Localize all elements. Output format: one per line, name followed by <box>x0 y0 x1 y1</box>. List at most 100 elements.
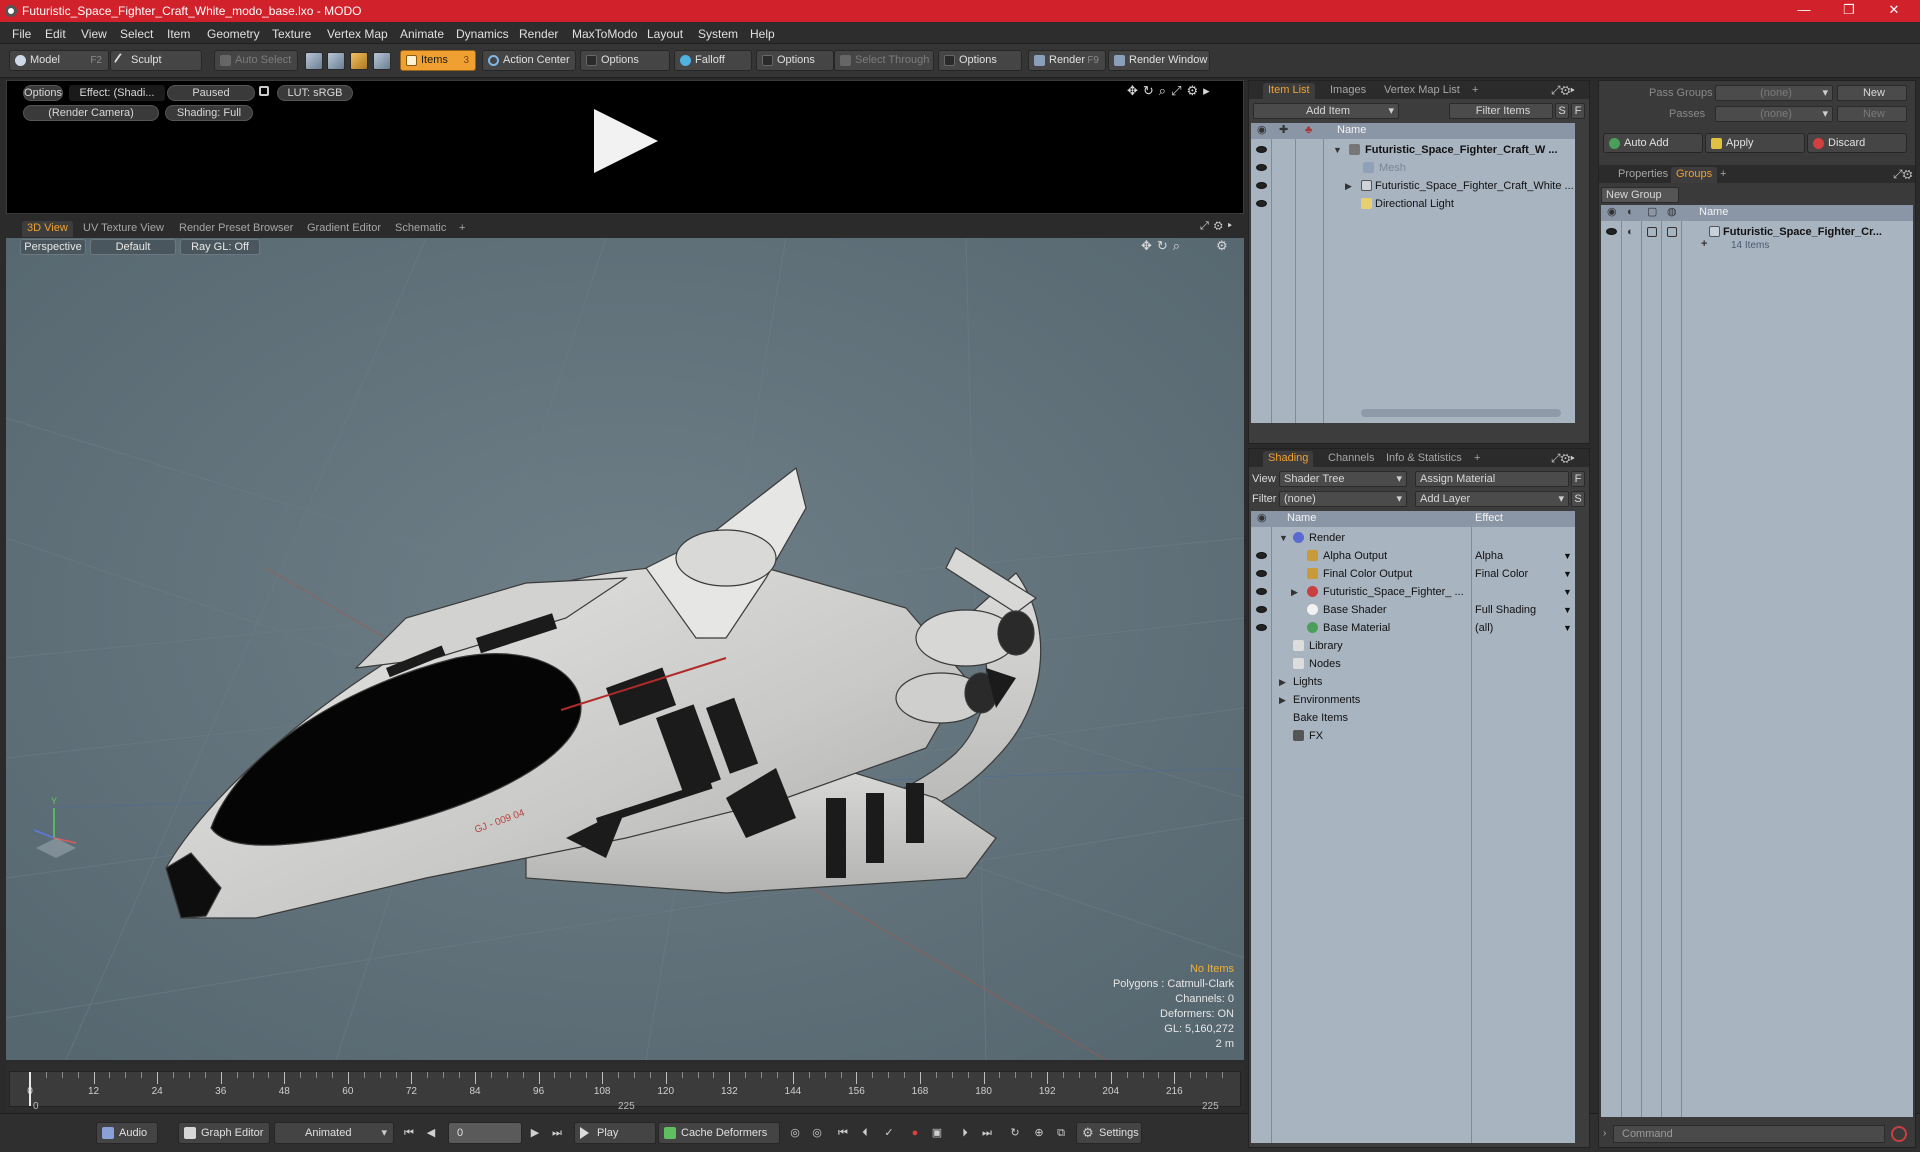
play-preview-icon[interactable] <box>594 109 658 173</box>
panel-expand-gear-icon[interactable]: ⤢⚙▸ <box>1551 83 1575 98</box>
record-icon[interactable]: ● <box>906 1124 924 1142</box>
play-button[interactable]: Play <box>574 1122 656 1144</box>
expand-triangle-icon[interactable]: ▶ <box>1279 691 1286 709</box>
eye-icon[interactable] <box>1256 164 1267 171</box>
edges-mode-icon[interactable] <box>327 52 345 70</box>
eye-icon[interactable] <box>1256 200 1267 207</box>
tab-gradient-editor[interactable]: Gradient Editor <box>302 221 386 237</box>
step-forward-icon[interactable]: ▶ <box>526 1124 544 1142</box>
polygons-mode-icon[interactable] <box>350 52 368 70</box>
expand-triangle-icon[interactable]: ▶ <box>1279 673 1286 691</box>
model-mode-button[interactable]: Model F2 <box>9 50 109 71</box>
graph-editor-button[interactable]: Graph Editor <box>178 1122 270 1144</box>
add-tab-button[interactable]: + <box>454 221 470 237</box>
lock-checkbox[interactable] <box>1647 227 1657 237</box>
menu-render[interactable]: Render <box>519 27 558 41</box>
shader-row-final-color-output[interactable]: Final Color Output Final Color ▼ <box>1251 565 1575 583</box>
auto-select-button[interactable]: Auto Select <box>214 50 298 71</box>
shader-row-bake-items[interactable]: Bake Items <box>1251 709 1575 727</box>
current-frame-field[interactable]: 0 <box>448 1122 522 1144</box>
menu-vertex-map[interactable]: Vertex Map <box>327 27 388 41</box>
apply-button[interactable]: Apply <box>1705 133 1805 153</box>
viewport-gear-icon[interactable]: ⚙ <box>1216 238 1233 254</box>
expand-triangle-icon[interactable]: ▶ <box>1291 583 1298 601</box>
filter-icon[interactable]: ⧉ <box>1052 1124 1070 1142</box>
discard-button[interactable]: Discard <box>1807 133 1907 153</box>
tab-shading[interactable]: Shading <box>1263 451 1314 467</box>
new-group-button[interactable]: New Group <box>1601 187 1679 203</box>
preview-nav-icons[interactable]: ✥↻⌕⤢⚙▸ <box>1127 83 1215 99</box>
shader-tree-dropdown[interactable]: Shader Tree <box>1279 471 1407 487</box>
tab-info-statistics[interactable]: Info & Statistics <box>1381 451 1467 467</box>
key-all-icon[interactable]: ◎ <box>808 1124 826 1142</box>
eye-icon[interactable] <box>1256 570 1267 577</box>
cache-deformers-button[interactable]: Cache Deformers <box>658 1122 780 1144</box>
menu-maxtomodo[interactable]: MaxToModo <box>572 27 637 41</box>
pass-groups-dropdown[interactable]: (none) <box>1715 85 1833 101</box>
shader-row-effect[interactable]: Full Shading <box>1475 601 1536 619</box>
go-to-end-icon[interactable]: ⏭ <box>548 1124 566 1142</box>
new-pass-group-button[interactable]: New <box>1837 85 1907 101</box>
eye-icon[interactable] <box>1256 146 1267 153</box>
menu-dynamics[interactable]: Dynamics <box>456 27 509 41</box>
expand-plus-icon[interactable]: + <box>1701 235 1707 253</box>
tab-groups[interactable]: Groups <box>1671 167 1718 183</box>
sculpt-mode-button[interactable]: Sculpt <box>110 50 202 71</box>
tab-uv-texture-view[interactable]: UV Texture View <box>78 221 169 237</box>
materials-mode-icon[interactable] <box>373 52 391 70</box>
filter-s-button[interactable]: S <box>1555 103 1569 119</box>
animated-dropdown[interactable]: Animated ▾ <box>274 1122 394 1144</box>
panel-expand-gear-icon[interactable]: ⤢⚙▸ <box>1551 451 1575 466</box>
loop-icon[interactable]: ↻ <box>1006 1124 1024 1142</box>
close-button[interactable]: ✕ <box>1874 2 1914 20</box>
audio-button[interactable]: Audio <box>96 1122 158 1144</box>
tab-vertex-map-list[interactable]: Vertex Map List <box>1379 83 1465 99</box>
playhead[interactable] <box>29 1072 31 1106</box>
group-row[interactable]: ◐ Futuristic_Space_Fighter_Cr... + 14 It… <box>1601 223 1913 257</box>
raygl-toggle[interactable]: Ray GL: Off <box>180 239 260 255</box>
items-mode-button[interactable]: Items 3 <box>400 50 476 71</box>
shader-row-effect[interactable]: (all) <box>1475 619 1493 637</box>
horizontal-scrollbar[interactable] <box>1361 409 1561 417</box>
shader-row-fx[interactable]: FX <box>1251 727 1575 745</box>
assign-material-button[interactable]: Assign Material <box>1415 471 1569 487</box>
render-button[interactable]: Render F9 <box>1028 50 1106 71</box>
auto-key-icon[interactable]: ▣ <box>928 1124 946 1142</box>
filter-items-field[interactable]: Filter Items <box>1449 103 1553 119</box>
command-expand-icon[interactable]: › <box>1603 1128 1606 1139</box>
eye-icon[interactable] <box>1256 182 1267 189</box>
action-center-button[interactable]: Action Center <box>482 50 576 71</box>
render-toggle-icon[interactable]: ◐ <box>1627 223 1634 241</box>
add-panel-tab-button[interactable]: + <box>1715 167 1731 183</box>
shader-row-base-shader[interactable]: Base Shader Full Shading ▼ <box>1251 601 1575 619</box>
lock-icon[interactable] <box>259 86 269 96</box>
expand-triangle-icon[interactable]: ▼ <box>1333 141 1342 159</box>
chevron-down-icon[interactable]: ▼ <box>1563 547 1572 565</box>
command-history-icon[interactable] <box>1891 1126 1907 1142</box>
select-through-button[interactable]: Select Through <box>834 50 934 71</box>
chevron-down-icon[interactable]: ▼ <box>1563 619 1572 637</box>
settings-button[interactable]: ⚙ Settings <box>1076 1122 1142 1144</box>
menu-select[interactable]: Select <box>120 27 153 41</box>
preview-paused-toggle[interactable]: Paused <box>167 85 255 101</box>
shading-s-button[interactable]: S <box>1571 491 1585 507</box>
eye-icon[interactable] <box>1256 624 1267 631</box>
default-view-dropdown[interactable]: Default <box>90 239 176 255</box>
lut-dropdown[interactable]: LUT: sRGB <box>277 85 353 101</box>
action-center-options-button[interactable]: Options <box>580 50 670 71</box>
command-input[interactable]: Command <box>1613 1125 1885 1143</box>
shading-filter-dropdown[interactable]: (none) <box>1279 491 1407 507</box>
chevron-down-icon[interactable]: ▼ <box>1563 565 1572 583</box>
3d-viewport[interactable]: GJ - 009 04 Y Perspective Default Ray GL… <box>6 238 1244 1060</box>
timeline[interactable]: 0 12 24 36 48 60 72 84 96 108 120 132 144 156 168 180 19… <box>6 1063 1244 1112</box>
add-panel-tab-button[interactable]: + <box>1469 451 1485 467</box>
chevron-down-icon[interactable]: ▼ <box>1563 601 1572 619</box>
eye-icon[interactable] <box>1606 228 1617 235</box>
select-checkbox[interactable] <box>1667 227 1677 237</box>
menu-help[interactable]: Help <box>750 27 775 41</box>
perspective-dropdown[interactable]: Perspective <box>20 239 86 255</box>
passes-dropdown[interactable]: (none) <box>1715 106 1833 122</box>
menu-layout[interactable]: Layout <box>647 27 683 41</box>
viewport-nav-icons[interactable]: ✥↻⌕ <box>1141 238 1185 254</box>
new-pass-button[interactable]: New <box>1837 106 1907 122</box>
